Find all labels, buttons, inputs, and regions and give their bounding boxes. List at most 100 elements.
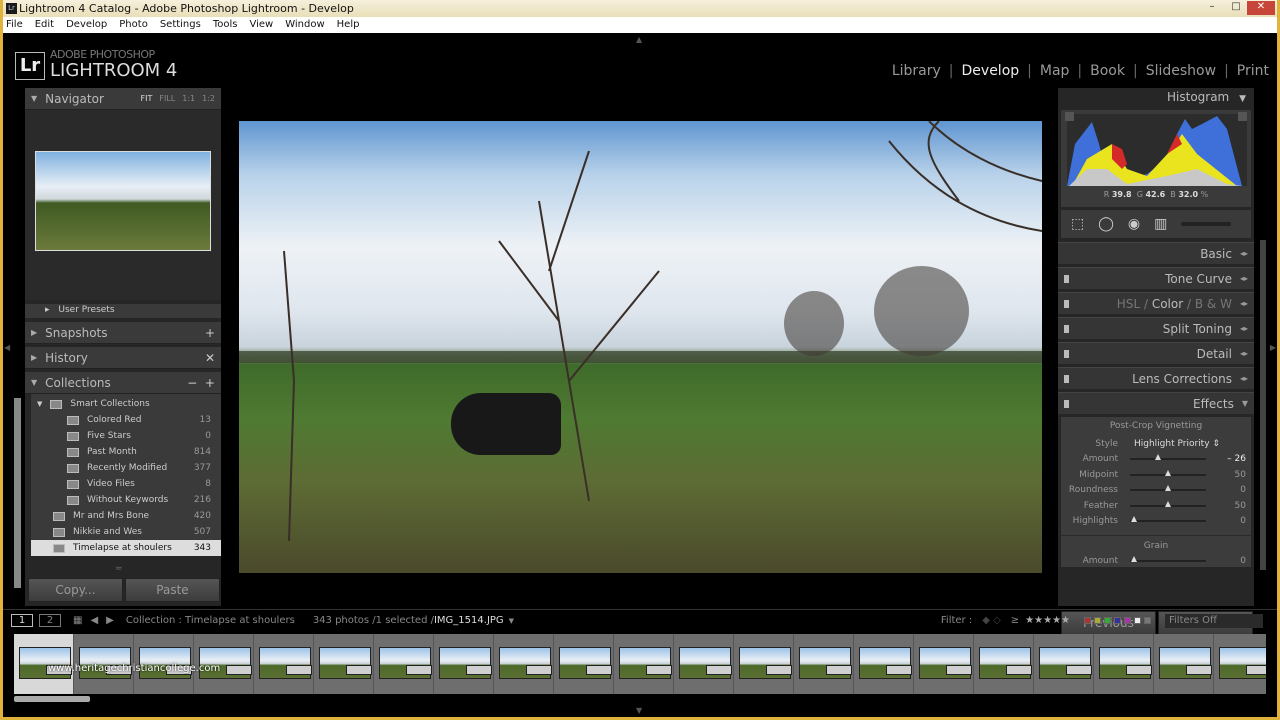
shadow-clipping-icon[interactable]	[1065, 112, 1074, 121]
color-label-filter[interactable]	[1144, 617, 1151, 624]
graduated-filter-icon[interactable]: ▥	[1154, 216, 1167, 232]
adjustment-brush-icon[interactable]	[1181, 222, 1232, 226]
collection-item[interactable]: Five Stars 0	[31, 428, 221, 444]
panel-switch[interactable]	[1064, 299, 1069, 308]
close-button[interactable]: ✕	[1247, 1, 1275, 15]
menu-window[interactable]: Window	[285, 19, 324, 33]
spot-removal-icon[interactable]: ◯	[1098, 216, 1114, 232]
panel-switch[interactable]	[1064, 399, 1069, 408]
dropdown-arrow-icon[interactable]: ▼	[509, 617, 514, 625]
slider-thumb[interactable]	[1165, 469, 1171, 476]
panel-toggle-icon[interactable]: ◂▸	[1240, 324, 1248, 333]
highlight-clipping-icon[interactable]	[1238, 112, 1247, 121]
clear-history-icon[interactable]: ✕	[205, 351, 215, 365]
bottom-panel-toggle[interactable]: ▼	[636, 706, 642, 715]
panel-switch[interactable]	[1064, 349, 1069, 358]
panel-toggle-icon[interactable]: ◂▸	[1240, 299, 1248, 308]
slider-value[interactable]: 0	[1206, 485, 1246, 495]
paste-button[interactable]: Paste	[125, 578, 220, 602]
filmstrip-thumbnail[interactable]	[1154, 634, 1214, 694]
collections-header[interactable]: ▼ Collections − +	[25, 372, 221, 394]
panel-toggle-icon[interactable]: ◂▸	[1240, 374, 1248, 383]
color-label-filter[interactable]	[1114, 617, 1121, 624]
panel-toggle-icon[interactable]: ◂▸	[1240, 274, 1248, 283]
slider-thumb[interactable]	[1155, 454, 1162, 461]
collection-item[interactable]: Recently Modified 377	[31, 460, 221, 476]
filmstrip-thumbnail[interactable]	[314, 634, 374, 694]
panel-lens-corrections[interactable]: Lens Corrections ◂▸	[1058, 367, 1254, 389]
filmstrip-thumbnail[interactable]	[614, 634, 674, 694]
tab-bw[interactable]: B & W	[1195, 297, 1232, 311]
filmstrip-thumbnail[interactable]	[1094, 634, 1154, 694]
filmstrip-thumbnail[interactable]	[434, 634, 494, 694]
copy-button[interactable]: Copy...	[28, 578, 123, 602]
history-header[interactable]: ▶ History ✕	[25, 347, 221, 369]
tab-color[interactable]: Color	[1152, 297, 1183, 311]
color-label-filter[interactable]	[1104, 617, 1111, 624]
zoom-1-1[interactable]: 1:1	[182, 94, 195, 103]
left-panel-scrollbar[interactable]	[14, 398, 21, 588]
menu-settings[interactable]: Settings	[160, 19, 201, 33]
menu-tools[interactable]: Tools	[213, 19, 238, 33]
panel-tone-curve[interactable]: Tone Curve ◂▸	[1058, 267, 1254, 289]
collapse-triangle-icon[interactable]: ▼	[1242, 399, 1248, 408]
right-panel-scrollbar[interactable]	[1260, 240, 1266, 570]
filmstrip-thumbnail[interactable]	[1034, 634, 1094, 694]
menu-view[interactable]: View	[249, 19, 273, 33]
filmstrip-thumbnail[interactable]	[854, 634, 914, 694]
histogram-header[interactable]: Histogram ▼	[1058, 88, 1254, 108]
navigator-thumbnail[interactable]	[35, 151, 211, 251]
module-slideshow[interactable]: Slideshow	[1146, 63, 1216, 79]
flag-filter-icons[interactable]: ◆ ◇	[982, 615, 1001, 626]
star-rating-filter[interactable]: ★★★★★	[1025, 615, 1070, 626]
slider-value[interactable]: 50	[1206, 501, 1246, 511]
slider-track[interactable]	[1130, 469, 1206, 476]
slider-value[interactable]: – 26	[1206, 454, 1246, 464]
panel-toggle-icon[interactable]: ◂▸	[1240, 249, 1248, 258]
slider-thumb[interactable]	[1165, 485, 1171, 492]
color-label-filter[interactable]	[1094, 617, 1101, 624]
filmstrip-thumbnail[interactable]	[254, 634, 314, 694]
slider-value[interactable]: 0	[1206, 556, 1246, 566]
filmstrip-thumbnail[interactable]	[554, 634, 614, 694]
collection-item[interactable]: Past Month 814	[31, 444, 221, 460]
rating-operator[interactable]: ≥	[1011, 615, 1019, 626]
snapshots-header[interactable]: ▶ Snapshots +	[25, 322, 221, 344]
menu-file[interactable]: File	[6, 19, 23, 33]
module-library[interactable]: Library	[892, 63, 941, 79]
module-map[interactable]: Map	[1040, 63, 1070, 79]
user-presets-item[interactable]: ▸ User Presets	[25, 304, 221, 318]
left-panel-toggle[interactable]: ◀	[4, 343, 10, 352]
filmstrip-thumbnail[interactable]	[1214, 634, 1266, 694]
panel-switch[interactable]	[1064, 274, 1069, 283]
grid-view-icon[interactable]: ▦	[73, 615, 82, 626]
panel-switch[interactable]	[1064, 324, 1069, 333]
slider-track[interactable]	[1130, 485, 1206, 492]
collection-item[interactable]: Mr and Mrs Bone 420	[31, 508, 221, 524]
panel-switch[interactable]	[1064, 374, 1069, 383]
menu-help[interactable]: Help	[337, 19, 360, 33]
collection-item[interactable]: Timelapse at shoulers 343	[31, 540, 221, 556]
top-panel-toggle[interactable]: ▲	[636, 35, 642, 44]
module-print[interactable]: Print	[1237, 63, 1269, 79]
menu-develop[interactable]: Develop	[66, 19, 107, 33]
panel-effects[interactable]: Effects ▼	[1058, 392, 1254, 414]
navigator-preview[interactable]	[25, 110, 221, 300]
right-panel-toggle[interactable]: ▶	[1270, 343, 1276, 352]
panel-toggle-icon[interactable]: ◂▸	[1240, 349, 1248, 358]
slider-track[interactable]	[1130, 500, 1206, 507]
maximize-button[interactable]: □	[1225, 1, 1247, 15]
filmstrip-thumbnail[interactable]	[374, 634, 434, 694]
color-label-filter[interactable]	[1084, 617, 1091, 624]
slider-track[interactable]	[1130, 454, 1206, 461]
panel-detail[interactable]: Detail ◂▸	[1058, 342, 1254, 364]
filmstrip-scrollbar[interactable]	[14, 696, 90, 702]
secondary-window-button[interactable]: 2	[39, 614, 61, 627]
collection-item[interactable]: Without Keywords 216	[31, 492, 221, 508]
zoom-1-2[interactable]: 1:2	[202, 94, 215, 103]
main-window-button[interactable]: 1	[11, 614, 33, 627]
slider-track[interactable]	[1130, 516, 1206, 523]
zoom-fit[interactable]: FIT	[141, 94, 153, 103]
panel-basic[interactable]: Basic ◂▸	[1058, 242, 1254, 264]
menu-edit[interactable]: Edit	[35, 19, 54, 33]
